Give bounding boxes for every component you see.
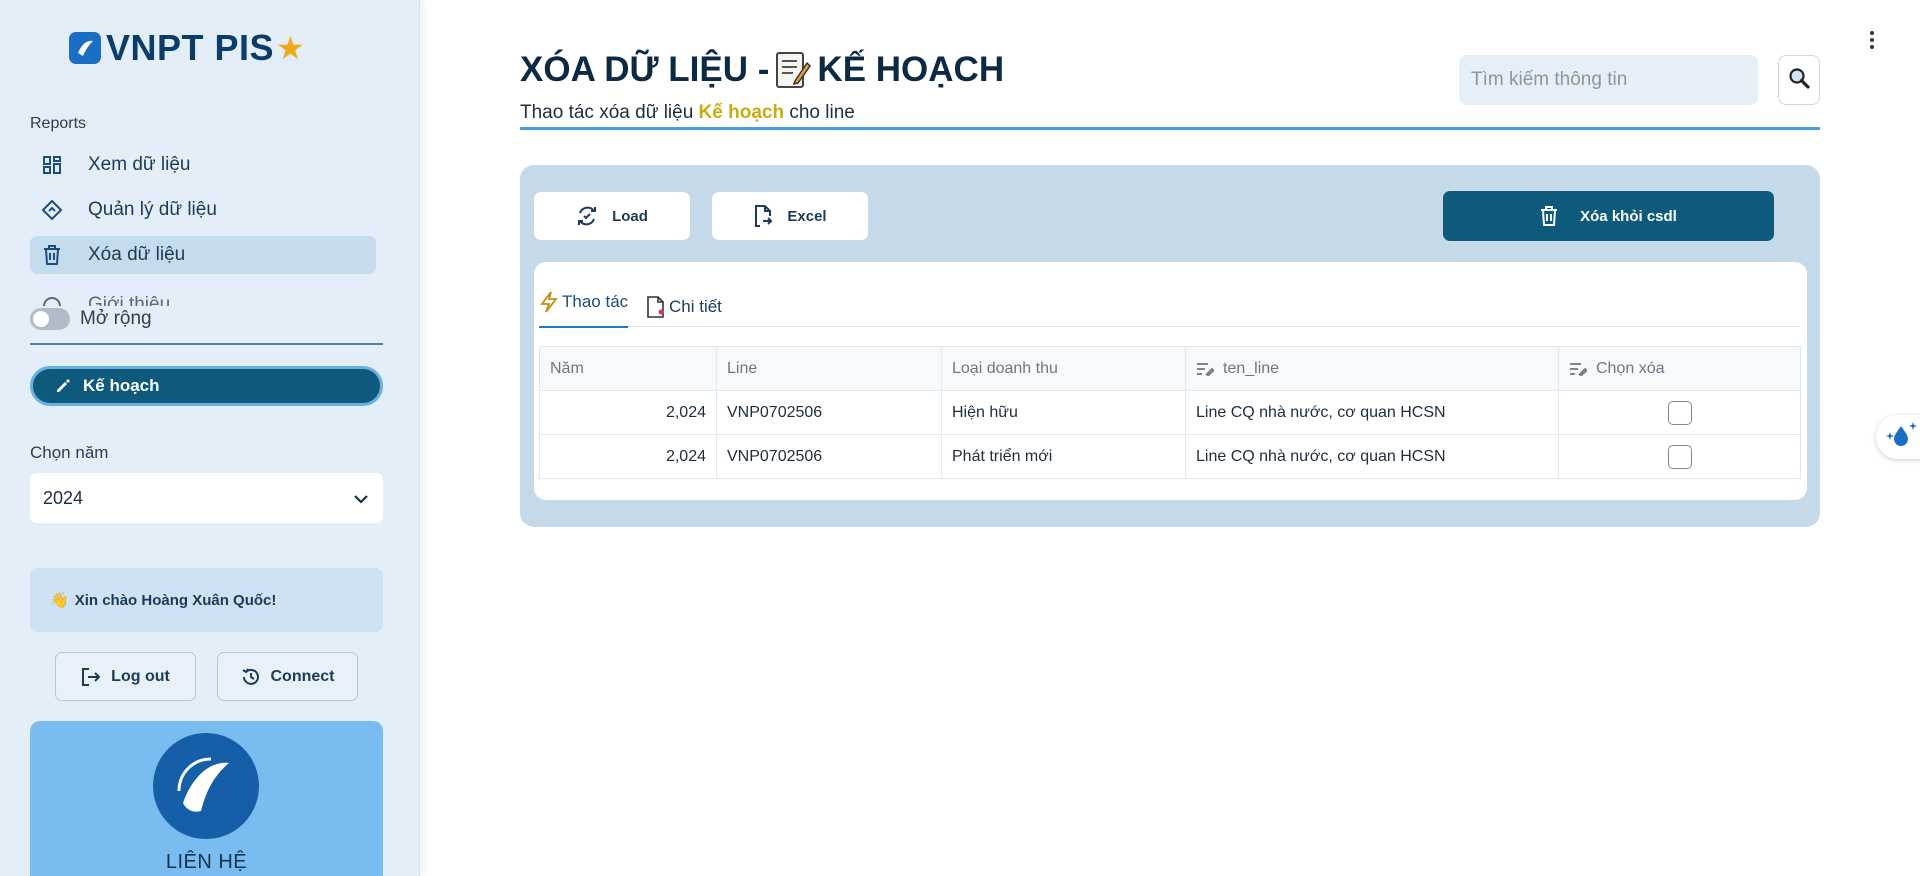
connect-button[interactable]: Connect [217,652,358,701]
sidebar-item-view-data[interactable]: Xem dữ liệu [30,146,376,184]
plan-button-label: Kế hoạch [83,376,160,395]
delete-from-db-button[interactable]: Xóa khỏi csdl [1443,191,1774,241]
cell-revenue-type[interactable]: Phát triển mới [941,434,1186,479]
diamond-nav-icon [40,198,64,222]
sync-icon [576,205,598,227]
year-label: Chọn năm [30,443,109,462]
cell-select-delete [1558,434,1801,479]
tab-bar: Thao tác Chi tiết [539,262,1801,328]
year-select-value: 2024 [43,487,84,508]
page-subtitle: Thao tác xóa dữ liệu Kế hoạch cho line [520,102,855,124]
cell-select-delete [1558,390,1801,435]
greeting-box: 👋 Xin chào Hoàng Xuân Quốc! [30,568,383,632]
edit-column-icon [1196,362,1214,376]
excel-label: Excel [787,207,827,225]
waving-hand-icon: 👋 [50,592,69,609]
tab-label: Chi tiết [669,297,722,316]
search-input[interactable] [1471,69,1758,91]
sidebar-item-about[interactable]: Giới thiệu [30,290,376,306]
search-icon [1788,67,1810,94]
year-select[interactable]: 2024 [30,473,383,523]
plan-button[interactable]: Kế hoạch [30,366,383,406]
tab-label: Thao tác [562,292,629,311]
cell-year[interactable]: 2,024 [539,390,717,435]
page-title-prefix: XÓA DỮ LIỆU - [520,50,770,89]
vnpt-logo-icon [69,32,101,64]
cell-ten-line[interactable]: Line CQ nhà nước, cơ quan HCSN [1185,390,1559,435]
sidebar-item-label: Xem dữ liệu [88,154,191,175]
logout-label: Log out [111,667,170,685]
table-row: 2,024 VNP0702506 Hiện hữu Line CQ nhà nư… [539,390,1801,435]
tab-operations[interactable]: Thao tác [539,288,629,328]
table-header-row: Năm Line Loại doanh thu ten_line Chọn xó… [539,346,1801,391]
file-export-icon [753,205,773,227]
title-underline [520,127,1820,130]
expand-toggle-label: Mở rộng [80,308,152,329]
subtitle-text-end: cho line [789,102,855,123]
page-title-suffix: KẾ HOẠCH [817,50,1005,89]
cell-ten-line[interactable]: Line CQ nhà nước, cơ quan HCSN [1185,434,1559,479]
sidebar: VNPT PIS ★ Reports Xem dữ liệu Quản lý d… [0,0,420,876]
logout-button[interactable]: Log out [55,652,196,701]
app-logo: VNPT PIS ★ [69,27,305,69]
excel-button[interactable]: Excel [712,192,868,240]
contact-title: LIÊN HỆ [165,851,248,873]
expand-toggle-row[interactable]: Mở rộng [30,308,152,330]
load-button[interactable]: Load [534,192,690,240]
sidebar-item-label: Xóa dữ liệu [88,244,186,265]
column-header-revenue-type[interactable]: Loại doanh thu [941,346,1186,391]
logout-icon [81,667,101,687]
column-header-year[interactable]: Năm [539,346,717,391]
action-panel: Load Excel Xóa khỏi csdl Thao tác Chi ti… [520,165,1820,527]
vnpt-logo-icon [153,733,259,839]
trash-icon [40,243,64,267]
expand-toggle[interactable] [30,308,70,330]
sidebar-item-manage-data[interactable]: Quản lý dữ liệu [30,191,376,229]
document-icon [646,296,666,318]
delete-from-db-label: Xóa khỏi csdl [1580,207,1677,225]
info-icon [40,294,64,306]
sidebar-item-label: Quản lý dữ liệu [88,199,217,220]
search-button[interactable] [1778,55,1820,105]
select-delete-checkbox[interactable] [1667,400,1692,425]
column-header-line[interactable]: Line [716,346,942,391]
kebab-menu-icon[interactable] [1866,28,1878,52]
cell-revenue-type[interactable]: Hiện hữu [941,390,1186,435]
select-delete-checkbox[interactable] [1667,444,1692,469]
cell-line[interactable]: VNP0702506 [716,434,942,479]
sparkle-drop-icon [1886,420,1920,455]
refresh-history-icon [241,667,261,687]
load-label: Load [612,207,648,225]
edit-column-icon [1569,362,1587,376]
table-row: 2,024 VNP0702506 Phát triển mới Line CQ … [539,434,1801,479]
greeting-text: Xin chào Hoàng Xuân Quốc! [74,591,277,609]
tab-details[interactable]: Chi tiết [646,288,722,326]
cell-year[interactable]: 2,024 [539,434,717,479]
star-icon: ★ [276,30,305,66]
search-box[interactable] [1459,55,1758,105]
column-header-ten-line[interactable]: ten_line [1185,346,1559,391]
connect-label: Connect [270,667,335,685]
logo-text: VNPT PIS [106,27,275,68]
dashboard-icon [40,153,64,177]
contact-card[interactable]: LIÊN HỆ [30,721,383,876]
column-header-select-delete[interactable]: Chọn xóa [1558,346,1801,391]
trash-icon [1540,206,1558,226]
pencil-icon [55,378,71,394]
subtitle-highlight: Kế hoạch [698,102,785,123]
page-title: XÓA DỮ LIỆU - KẾ HOẠCH [520,50,1004,90]
lightning-icon [539,291,559,313]
section-label: Reports [30,115,87,132]
sidebar-item-label: Giới thiệu [88,294,171,306]
subtitle-text: Thao tác xóa dữ liệu [520,102,694,123]
data-table: Năm Line Loại doanh thu ten_line Chọn xó… [539,346,1801,479]
sidebar-item-delete-data[interactable]: Xóa dữ liệu [30,236,376,274]
chevron-down-icon [354,488,368,509]
sparkle-assistant-button[interactable] [1876,415,1920,459]
memo-icon [775,51,812,89]
sidebar-divider [30,343,383,345]
data-card: Thao tác Chi tiết Năm Line Loại doanh th… [534,262,1807,500]
cell-line[interactable]: VNP0702506 [716,390,942,435]
